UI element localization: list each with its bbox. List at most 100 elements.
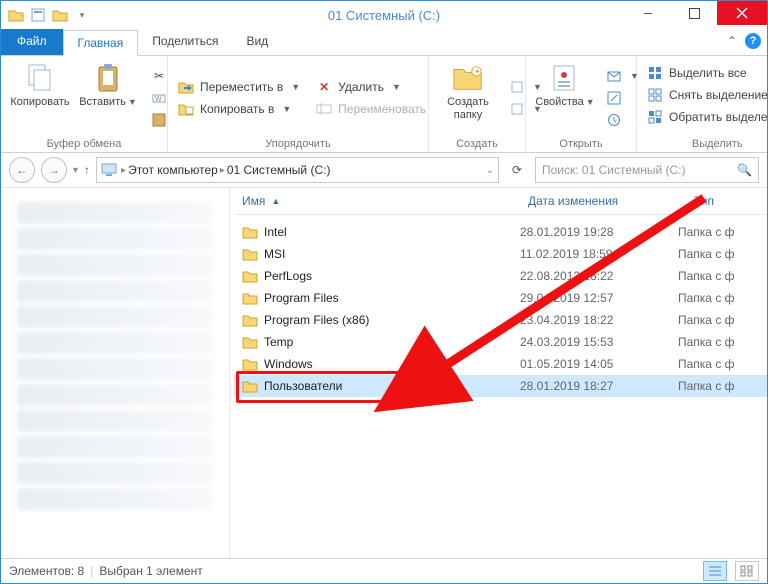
folder-icon bbox=[242, 357, 258, 371]
ribbon: Копировать Вставить▼ ✂ W Буфер обмена Пе… bbox=[1, 56, 767, 153]
table-row[interactable]: Program Files29.04.2019 12:57Папка с ф bbox=[234, 287, 767, 309]
file-type: Папка с ф bbox=[670, 379, 767, 393]
properties-icon bbox=[549, 62, 581, 94]
table-row[interactable]: Пользователи 28.01.2019 18:27Папка с ф bbox=[234, 375, 767, 397]
close-button[interactable] bbox=[717, 1, 767, 25]
table-row[interactable]: PerfLogs22.08.2013 18:22Папка с ф bbox=[234, 265, 767, 287]
copy-to-button[interactable]: Копировать в▼ bbox=[174, 100, 304, 118]
path-icon: W bbox=[151, 90, 167, 106]
nav-up-button[interactable]: ↑ bbox=[84, 163, 90, 177]
chevron-right-icon[interactable]: ▸ bbox=[220, 165, 225, 176]
scissors-icon: ✂ bbox=[151, 68, 167, 84]
new-folder-button[interactable]: ✦ Создать папку bbox=[435, 60, 501, 136]
table-row[interactable]: MSI11.02.2019 18:59Папка с ф bbox=[234, 243, 767, 265]
history-icon bbox=[606, 112, 622, 128]
tab-view[interactable]: Вид bbox=[232, 29, 282, 55]
invert-icon bbox=[647, 109, 663, 125]
ribbon-group-organize: Переместить в▼ Копировать в▼ ✕Удалить▼ П… bbox=[168, 56, 429, 152]
file-type: Папка с ф bbox=[670, 225, 767, 239]
move-to-button[interactable]: Переместить в▼ bbox=[174, 78, 304, 96]
column-type[interactable]: Тип bbox=[686, 194, 767, 208]
folder-icon bbox=[242, 269, 258, 283]
crumb-drive[interactable]: 01 Системный (C:) bbox=[227, 163, 331, 177]
explorer-window: ▾ 01 Системный (C:) ─ Файл Главная Подел… bbox=[0, 0, 768, 584]
open-icon bbox=[606, 68, 622, 84]
quick-access-toolbar: ▾ bbox=[1, 6, 91, 24]
search-placeholder: Поиск: 01 Системный (C:) bbox=[542, 163, 686, 177]
table-row[interactable]: Program Files (x86)23.04.2019 18:22Папка… bbox=[234, 309, 767, 331]
maximize-button[interactable] bbox=[671, 1, 717, 25]
file-date: 23.04.2019 18:22 bbox=[512, 313, 670, 327]
file-date: 29.04.2019 12:57 bbox=[512, 291, 670, 305]
tab-file[interactable]: Файл bbox=[1, 29, 63, 55]
ribbon-tabs: Файл Главная Поделиться Вид ⌃ ? bbox=[1, 29, 767, 56]
edit-icon bbox=[606, 90, 622, 106]
help-button[interactable]: ? bbox=[745, 33, 761, 49]
delete-button[interactable]: ✕Удалить▼ bbox=[312, 78, 430, 96]
computer-icon bbox=[101, 162, 119, 178]
file-name: Windows bbox=[264, 357, 313, 371]
view-details-button[interactable] bbox=[703, 561, 727, 581]
ribbon-group-clipboard: Копировать Вставить▼ ✂ W Буфер обмена bbox=[1, 56, 168, 152]
paste-button[interactable]: Вставить▼ bbox=[75, 60, 141, 136]
qat-customize-icon[interactable]: ▾ bbox=[73, 6, 91, 24]
sort-asc-icon: ▲ bbox=[271, 196, 280, 206]
file-date: 28.01.2019 18:27 bbox=[512, 379, 670, 393]
file-rows: Intel28.01.2019 19:28Папка с фMSI11.02.2… bbox=[234, 215, 767, 558]
view-icons-button[interactable] bbox=[735, 561, 759, 581]
delete-icon: ✕ bbox=[316, 79, 332, 95]
column-date[interactable]: Дата изменения bbox=[520, 194, 686, 208]
address-bar: ← → ▾ ↑ ▸ Этот компьютер ▸ 01 Системный … bbox=[1, 153, 767, 188]
qat-properties-icon[interactable] bbox=[29, 6, 47, 24]
file-name: PerfLogs bbox=[264, 269, 312, 283]
new-item-icon bbox=[509, 79, 525, 95]
move-to-icon bbox=[178, 79, 194, 95]
copy-to-icon bbox=[178, 101, 194, 117]
file-name: Пользователи bbox=[264, 379, 342, 393]
properties-button[interactable]: Свойства▼ bbox=[532, 60, 598, 136]
file-date: 22.08.2013 18:22 bbox=[512, 269, 670, 283]
ribbon-collapse-button[interactable]: ⌃ bbox=[727, 34, 737, 48]
file-date: 28.01.2019 19:28 bbox=[512, 225, 670, 239]
tab-home[interactable]: Главная bbox=[63, 30, 139, 56]
folder-icon bbox=[242, 291, 258, 305]
chevron-right-icon[interactable]: ▸ bbox=[121, 165, 126, 176]
recent-locations-button[interactable]: ▾ bbox=[73, 165, 78, 176]
copy-button[interactable]: Копировать bbox=[7, 60, 73, 136]
titlebar: ▾ 01 Системный (C:) ─ bbox=[1, 1, 767, 29]
qat-newfolder-icon[interactable] bbox=[51, 6, 69, 24]
file-type: Папка с ф bbox=[670, 357, 767, 371]
table-row[interactable]: Intel28.01.2019 19:28Папка с ф bbox=[234, 221, 767, 243]
nav-forward-button[interactable]: → bbox=[41, 157, 67, 183]
table-row[interactable]: Windows01.05.2019 14:05Папка с ф bbox=[234, 353, 767, 375]
select-all-icon bbox=[647, 65, 663, 81]
status-selected: Выбран 1 элемент bbox=[99, 564, 202, 578]
select-none-icon bbox=[647, 87, 663, 103]
crumb-this-pc[interactable]: Этот компьютер bbox=[128, 163, 218, 177]
file-list: Имя▲ Дата изменения Тип Intel28.01.2019 … bbox=[234, 188, 767, 558]
column-name[interactable]: Имя▲ bbox=[234, 194, 520, 208]
rename-button[interactable]: Переименовать bbox=[312, 100, 430, 118]
folder-new-icon: ✦ bbox=[452, 62, 484, 94]
svg-text:✦: ✦ bbox=[474, 67, 481, 76]
rename-icon bbox=[316, 101, 332, 117]
tab-share[interactable]: Поделиться bbox=[138, 29, 232, 55]
ribbon-group-open: Свойства▼ ▼ Открыть bbox=[526, 56, 637, 152]
file-name: Program Files (x86) bbox=[264, 313, 369, 327]
system-menu-icon[interactable] bbox=[7, 6, 25, 24]
nav-back-button[interactable]: ← bbox=[9, 157, 35, 183]
minimize-button[interactable]: ─ bbox=[625, 1, 671, 25]
select-all-button[interactable]: Выделить все bbox=[643, 64, 768, 82]
search-box[interactable]: Поиск: 01 Системный (C:) 🔍 bbox=[535, 157, 759, 183]
file-type: Папка с ф bbox=[670, 291, 767, 305]
breadcrumb-dropdown[interactable]: ⌄ bbox=[486, 165, 494, 176]
invert-selection-button[interactable]: Обратить выделение bbox=[643, 108, 768, 126]
refresh-button[interactable]: ⟳ bbox=[505, 158, 529, 182]
navigation-pane[interactable] bbox=[1, 188, 230, 558]
breadcrumb[interactable]: ▸ Этот компьютер ▸ 01 Системный (C:) ⌄ bbox=[96, 157, 499, 183]
blurred-tree bbox=[11, 198, 219, 548]
table-row[interactable]: Temp24.03.2019 15:53Папка с ф bbox=[234, 331, 767, 353]
copy-icon bbox=[24, 62, 56, 94]
select-none-button[interactable]: Снять выделение bbox=[643, 86, 768, 104]
folder-icon bbox=[242, 313, 258, 327]
